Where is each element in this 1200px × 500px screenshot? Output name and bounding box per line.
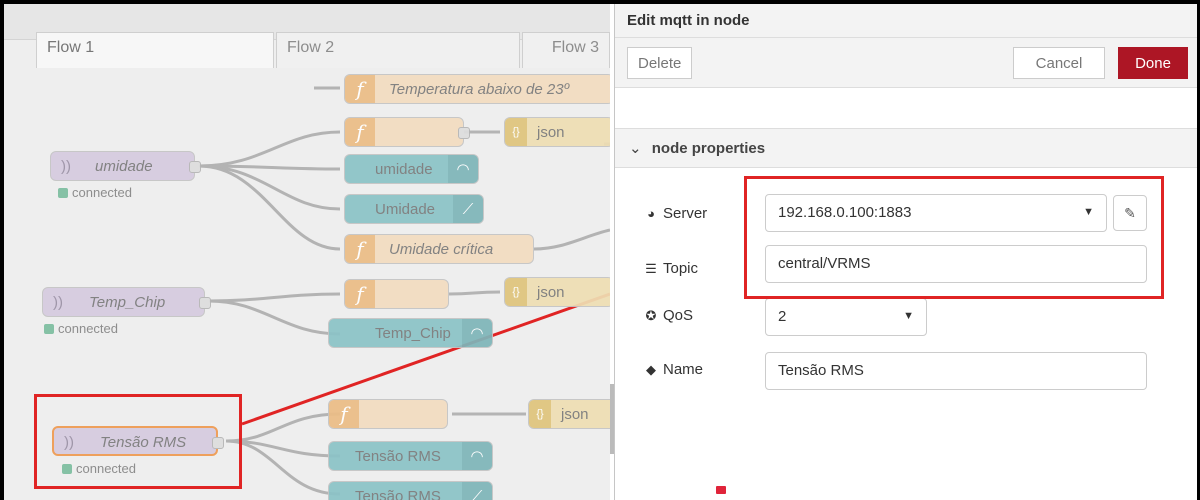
function-icon: f <box>345 75 375 103</box>
function-icon: f <box>345 118 375 146</box>
annotation-box <box>34 394 242 489</box>
mqtt-icon: )) <box>61 158 71 175</box>
globe-icon: ◕ <box>647 206 655 221</box>
chart-node[interactable]: Tensão RMS ⟋ <box>328 481 493 500</box>
qos-label: ✪ QoS <box>643 307 693 324</box>
status-dot <box>44 324 54 334</box>
function-node[interactable]: f <box>328 399 448 429</box>
wire <box>225 412 341 443</box>
annotation-box <box>744 176 1164 299</box>
mqtt-in-node[interactable]: )) umidade <box>50 151 201 181</box>
panel-title: Edit mqtt in node <box>615 4 1197 38</box>
done-button[interactable]: Done <box>1118 47 1188 79</box>
topic-label-text: Topic <box>663 260 699 277</box>
chart-icon: ⟋ <box>462 482 492 500</box>
chart-node[interactable]: Umidade ⟋ <box>344 194 484 224</box>
mqtt-in-node[interactable]: )) Temp_Chip <box>42 287 211 317</box>
json-icon: {} <box>529 400 551 428</box>
json-icon: {} <box>505 118 527 146</box>
delete-button[interactable]: Delete <box>627 47 693 79</box>
node-label: Tensão RMS <box>355 448 441 465</box>
function-icon: f <box>345 235 375 263</box>
flow-workspace[interactable]: Flow 1 Flow 2 Flow 3 f Temperatura abaix… <box>4 4 610 500</box>
function-node[interactable]: f <box>344 117 470 147</box>
tasks-icon: ☰ <box>645 261 657 276</box>
wire <box>208 292 341 303</box>
qos-value: 2 <box>778 308 787 325</box>
wire <box>533 228 610 251</box>
mqtt-icon: )) <box>53 294 63 311</box>
node-label: umidade <box>95 158 153 175</box>
qos-label-text: QoS <box>663 307 694 324</box>
node-properties-section[interactable]: ⌄ node properties <box>615 128 1197 168</box>
status-badge: connected <box>44 321 118 336</box>
section-label: node properties <box>651 140 766 157</box>
output-port[interactable] <box>199 297 211 309</box>
status-text: connected <box>58 321 118 336</box>
name-label-text: Name <box>663 361 704 378</box>
node-label: Umidade <box>375 201 436 218</box>
chevron-down-icon: ⌄ <box>629 140 642 157</box>
function-node[interactable]: f <box>344 279 449 309</box>
server-label-text: Server <box>663 205 708 222</box>
annotation-marker <box>716 486 726 494</box>
gauge-node[interactable]: umidade ◠ <box>344 154 479 184</box>
node-label: umidade <box>375 161 433 178</box>
node-label: Temp_Chip <box>89 294 166 311</box>
json-icon: {} <box>505 278 527 306</box>
node-label: json <box>537 284 565 301</box>
function-node[interactable]: f Umidade crítica <box>344 234 534 264</box>
server-label: ◕ Server <box>643 205 707 222</box>
node-label: Temperatura abaixo de 23º <box>389 81 570 98</box>
edit-node-panel: Edit mqtt in node Delete Cancel Done ⌄ n… <box>614 4 1197 500</box>
gauge-node[interactable]: Temp_Chip ◠ <box>328 318 493 348</box>
function-node[interactable]: f Temperatura abaixo de 23º <box>344 74 610 104</box>
name-input[interactable]: Tensão RMS <box>765 352 1147 390</box>
node-label: Umidade crítica <box>389 241 494 258</box>
empire-icon: ✪ <box>645 308 657 323</box>
qos-select[interactable]: 2 ▼ <box>765 298 927 336</box>
cancel-button[interactable]: Cancel <box>1013 47 1105 79</box>
gauge-icon: ◠ <box>462 442 492 470</box>
wire <box>198 130 341 168</box>
gauge-icon: ◠ <box>448 155 478 183</box>
output-port[interactable] <box>458 127 470 139</box>
tag-icon: ◆ <box>646 362 656 377</box>
node-label: json <box>537 124 565 141</box>
topic-label: ☰ Topic <box>643 260 698 277</box>
function-icon: f <box>345 280 375 308</box>
wire <box>208 299 341 336</box>
status-text: connected <box>72 185 132 200</box>
name-label: ◆ Name <box>643 361 703 378</box>
panel-toolbar: Delete Cancel Done <box>615 38 1197 88</box>
node-label: Tensão RMS <box>355 488 441 500</box>
caret-down-icon: ▼ <box>903 310 914 322</box>
wire <box>448 290 501 296</box>
json-node[interactable]: {} json <box>504 117 610 147</box>
gauge-icon: ◠ <box>462 319 492 347</box>
status-badge: connected <box>58 185 132 200</box>
screenshot-frame: Flow 1 Flow 2 Flow 3 f Temperatura abaix… <box>0 0 1200 500</box>
json-node[interactable]: {} json <box>528 399 610 429</box>
node-label: json <box>561 406 589 423</box>
chart-icon: ⟋ <box>453 195 483 223</box>
name-value: Tensão RMS <box>778 362 864 379</box>
function-icon: f <box>329 400 359 428</box>
status-dot <box>58 188 68 198</box>
node-label: Temp_Chip <box>375 325 451 342</box>
gauge-node[interactable]: Tensão RMS ◠ <box>328 441 493 471</box>
output-port[interactable] <box>189 161 201 173</box>
json-node[interactable]: {} json <box>504 277 610 307</box>
